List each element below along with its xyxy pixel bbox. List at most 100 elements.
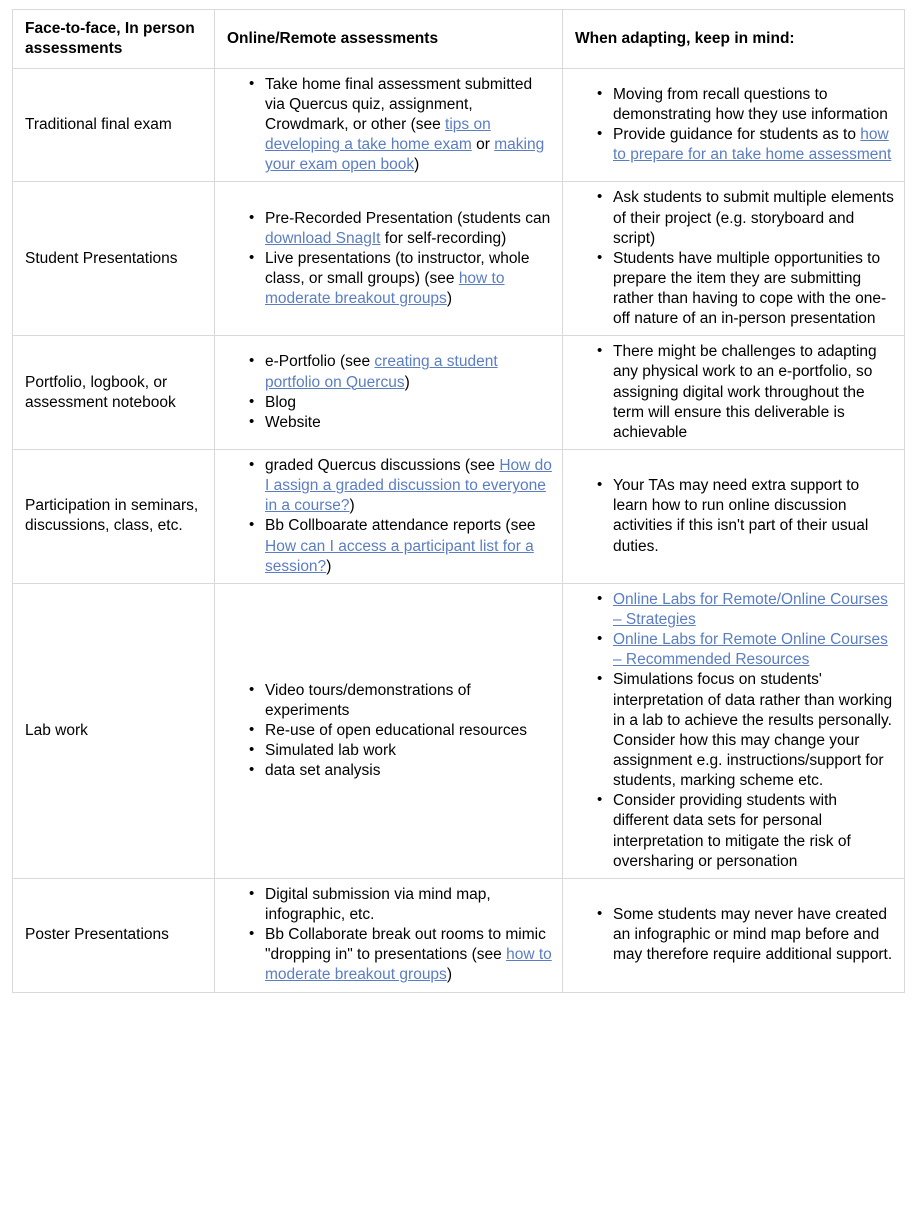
text-span: Some students may never have created an … (613, 906, 893, 964)
text-span: Simulated lab work (265, 741, 396, 759)
text-span: ) (404, 373, 410, 391)
bullet-list: There might be challenges to adapting an… (575, 341, 894, 443)
bullet-list: e-Portfolio (see creating a student port… (227, 351, 552, 433)
online-remote-cell: graded Quercus discussions (see How do I… (214, 449, 563, 584)
bullet-list: Video tours/demonstrations of experiment… (227, 680, 552, 782)
text-span: Bb Collboarate attendance reports (see (265, 517, 536, 535)
text-span: Digital submission via mind map, infogra… (265, 885, 491, 923)
list-item: Moving from recall questions to demonstr… (597, 84, 894, 125)
text-span: Consider providing students with differe… (613, 792, 851, 870)
text-span: ) (414, 156, 420, 174)
list-item: Live presentations (to instructor, whole… (249, 248, 552, 309)
bullet-list: Some students may never have created an … (575, 904, 894, 965)
list-item: Digital submission via mind map, infogra… (249, 884, 552, 925)
list-item: There might be challenges to adapting an… (597, 341, 894, 443)
text-span: Provide guidance for students as to (613, 126, 861, 143)
column-header-keep-in-mind: When adapting, keep in mind: (562, 9, 905, 69)
list-item: Website (249, 412, 552, 433)
assessment-type-label: Traditional final exam (12, 67, 215, 183)
table-row: Portfolio, logbook, or assessment notebo… (12, 335, 905, 451)
table-row: Traditional final exam Take home final as… (12, 67, 905, 183)
list-item: Take home final assessment submitted via… (249, 74, 552, 176)
text-span: Your TAs may need extra support to learn… (613, 477, 869, 555)
resource-link[interactable]: How can I access a participant list for … (265, 538, 534, 575)
bullet-list: Digital submission via mind map, infogra… (227, 884, 552, 986)
text-span: There might be challenges to adapting an… (613, 343, 877, 441)
text-span: Moving from recall questions to demonstr… (613, 85, 888, 123)
list-item: Ask students to submit multiple elements… (597, 187, 894, 248)
list-item: Video tours/demonstrations of experiment… (249, 680, 552, 721)
list-item: Simulated lab work (249, 740, 552, 761)
keep-in-mind-cell: There might be challenges to adapting an… (562, 335, 905, 451)
text-span: ) (349, 497, 355, 515)
table-row: Lab work Video tours/demonstrations of ex… (12, 582, 905, 879)
assessment-adaptation-table: Face-to-face, In person assessments Onli… (12, 9, 905, 993)
text-span: Website (265, 413, 321, 431)
bullet-list: Pre-Recorded Presentation (students can … (227, 207, 552, 310)
table-row: Poster Presentations Digital submission v… (12, 877, 905, 993)
table-header: Face-to-face, In person assessments Onli… (12, 9, 905, 69)
list-item: Students have multiple opportunities to … (597, 248, 894, 330)
keep-in-mind-cell: Some students may never have created an … (562, 877, 905, 993)
list-item: Bb Collaborate break out rooms to mimic … (249, 924, 552, 985)
bullet-list: Moving from recall questions to demonstr… (575, 84, 894, 166)
text-span: ) (446, 290, 452, 308)
text-span: Bb Collaborate break out rooms to mimic … (265, 926, 546, 964)
keep-in-mind-cell: Online Labs for Remote/Online Courses – … (562, 582, 905, 879)
table-row: Participation in seminars, discussions, … (12, 449, 905, 584)
list-item: e-Portfolio (see creating a student port… (249, 351, 552, 392)
resource-link[interactable]: Online Labs for Remote/Online Courses – … (613, 591, 888, 628)
list-item: Online Labs for Remote/Online Courses – … (597, 589, 894, 630)
assessment-type-label: Poster Presentations (12, 877, 215, 993)
text-span: or (471, 136, 495, 154)
keep-in-mind-cell: Moving from recall questions to demonstr… (562, 67, 905, 183)
list-item: Your TAs may need extra support to learn… (597, 475, 894, 557)
list-item: Some students may never have created an … (597, 904, 894, 965)
text-span: Re-use of open educational resources (265, 721, 527, 739)
document-page: Face-to-face, In person assessments Onli… (0, 0, 916, 1224)
resource-link[interactable]: download SnagIt (265, 230, 380, 247)
list-item: Provide guidance for students as to how … (597, 124, 894, 165)
text-span: Students have multiple opportunities to … (613, 249, 887, 328)
text-span: e-Portfolio (see (265, 353, 375, 371)
list-item: Online Labs for Remote Online Courses – … (597, 629, 894, 670)
text-span: graded Quercus discussions (see (265, 457, 500, 475)
assessment-type-label: Portfolio, logbook, or assessment notebo… (12, 335, 215, 451)
online-remote-cell: Pre-Recorded Presentation (students can … (214, 181, 563, 337)
bullet-list: Take home final assessment submitted via… (227, 74, 552, 176)
text-span: Video tours/demonstrations of experiment… (265, 681, 471, 719)
list-item: graded Quercus discussions (see How do I… (249, 455, 552, 516)
assessment-type-label: Participation in seminars, discussions, … (12, 449, 215, 584)
keep-in-mind-cell: Your TAs may need extra support to learn… (562, 449, 905, 584)
column-header-face-to-face: Face-to-face, In person assessments (12, 9, 215, 69)
table-row: Student Presentations Pre-Recorded Presen… (12, 181, 905, 337)
online-remote-cell: Video tours/demonstrations of experiment… (214, 582, 563, 879)
text-span: Ask students to submit multiple elements… (613, 189, 894, 247)
list-item: Bb Collboarate attendance reports (see H… (249, 515, 552, 576)
bullet-list: Online Labs for Remote/Online Courses – … (575, 589, 894, 872)
list-item: Blog (249, 392, 552, 413)
table-body: Traditional final exam Take home final as… (12, 67, 905, 993)
column-header-online-remote: Online/Remote assessments (214, 9, 563, 69)
resource-link[interactable]: Online Labs for Remote Online Courses – … (613, 631, 888, 668)
list-item: Re-use of open educational resources (249, 720, 552, 741)
text-span: data set analysis (265, 762, 381, 780)
list-item: Consider providing students with differe… (597, 790, 894, 872)
online-remote-cell: e-Portfolio (see creating a student port… (214, 335, 563, 451)
text-span: Pre-Recorded Presentation (students can (265, 209, 551, 227)
text-span: Blog (265, 393, 297, 411)
text-span: ) (446, 966, 452, 984)
text-span: Take home final assessment submitted via… (265, 75, 533, 133)
list-item: Pre-Recorded Presentation (students can … (249, 207, 552, 249)
assessment-type-label: Lab work (12, 582, 215, 879)
keep-in-mind-cell: Ask students to submit multiple elements… (562, 181, 905, 337)
bullet-list: Your TAs may need extra support to learn… (575, 475, 894, 557)
assessment-type-label: Student Presentations (12, 181, 215, 337)
online-remote-cell: Digital submission via mind map, infogra… (214, 877, 563, 993)
list-item: data set analysis (249, 760, 552, 781)
list-item: Simulations focus on students' interpret… (597, 669, 894, 791)
online-remote-cell: Take home final assessment submitted via… (214, 67, 563, 183)
text-span: Simulations focus on students' interpret… (613, 671, 893, 790)
bullet-list: graded Quercus discussions (see How do I… (227, 455, 552, 577)
bullet-list: Ask students to submit multiple elements… (575, 187, 894, 330)
